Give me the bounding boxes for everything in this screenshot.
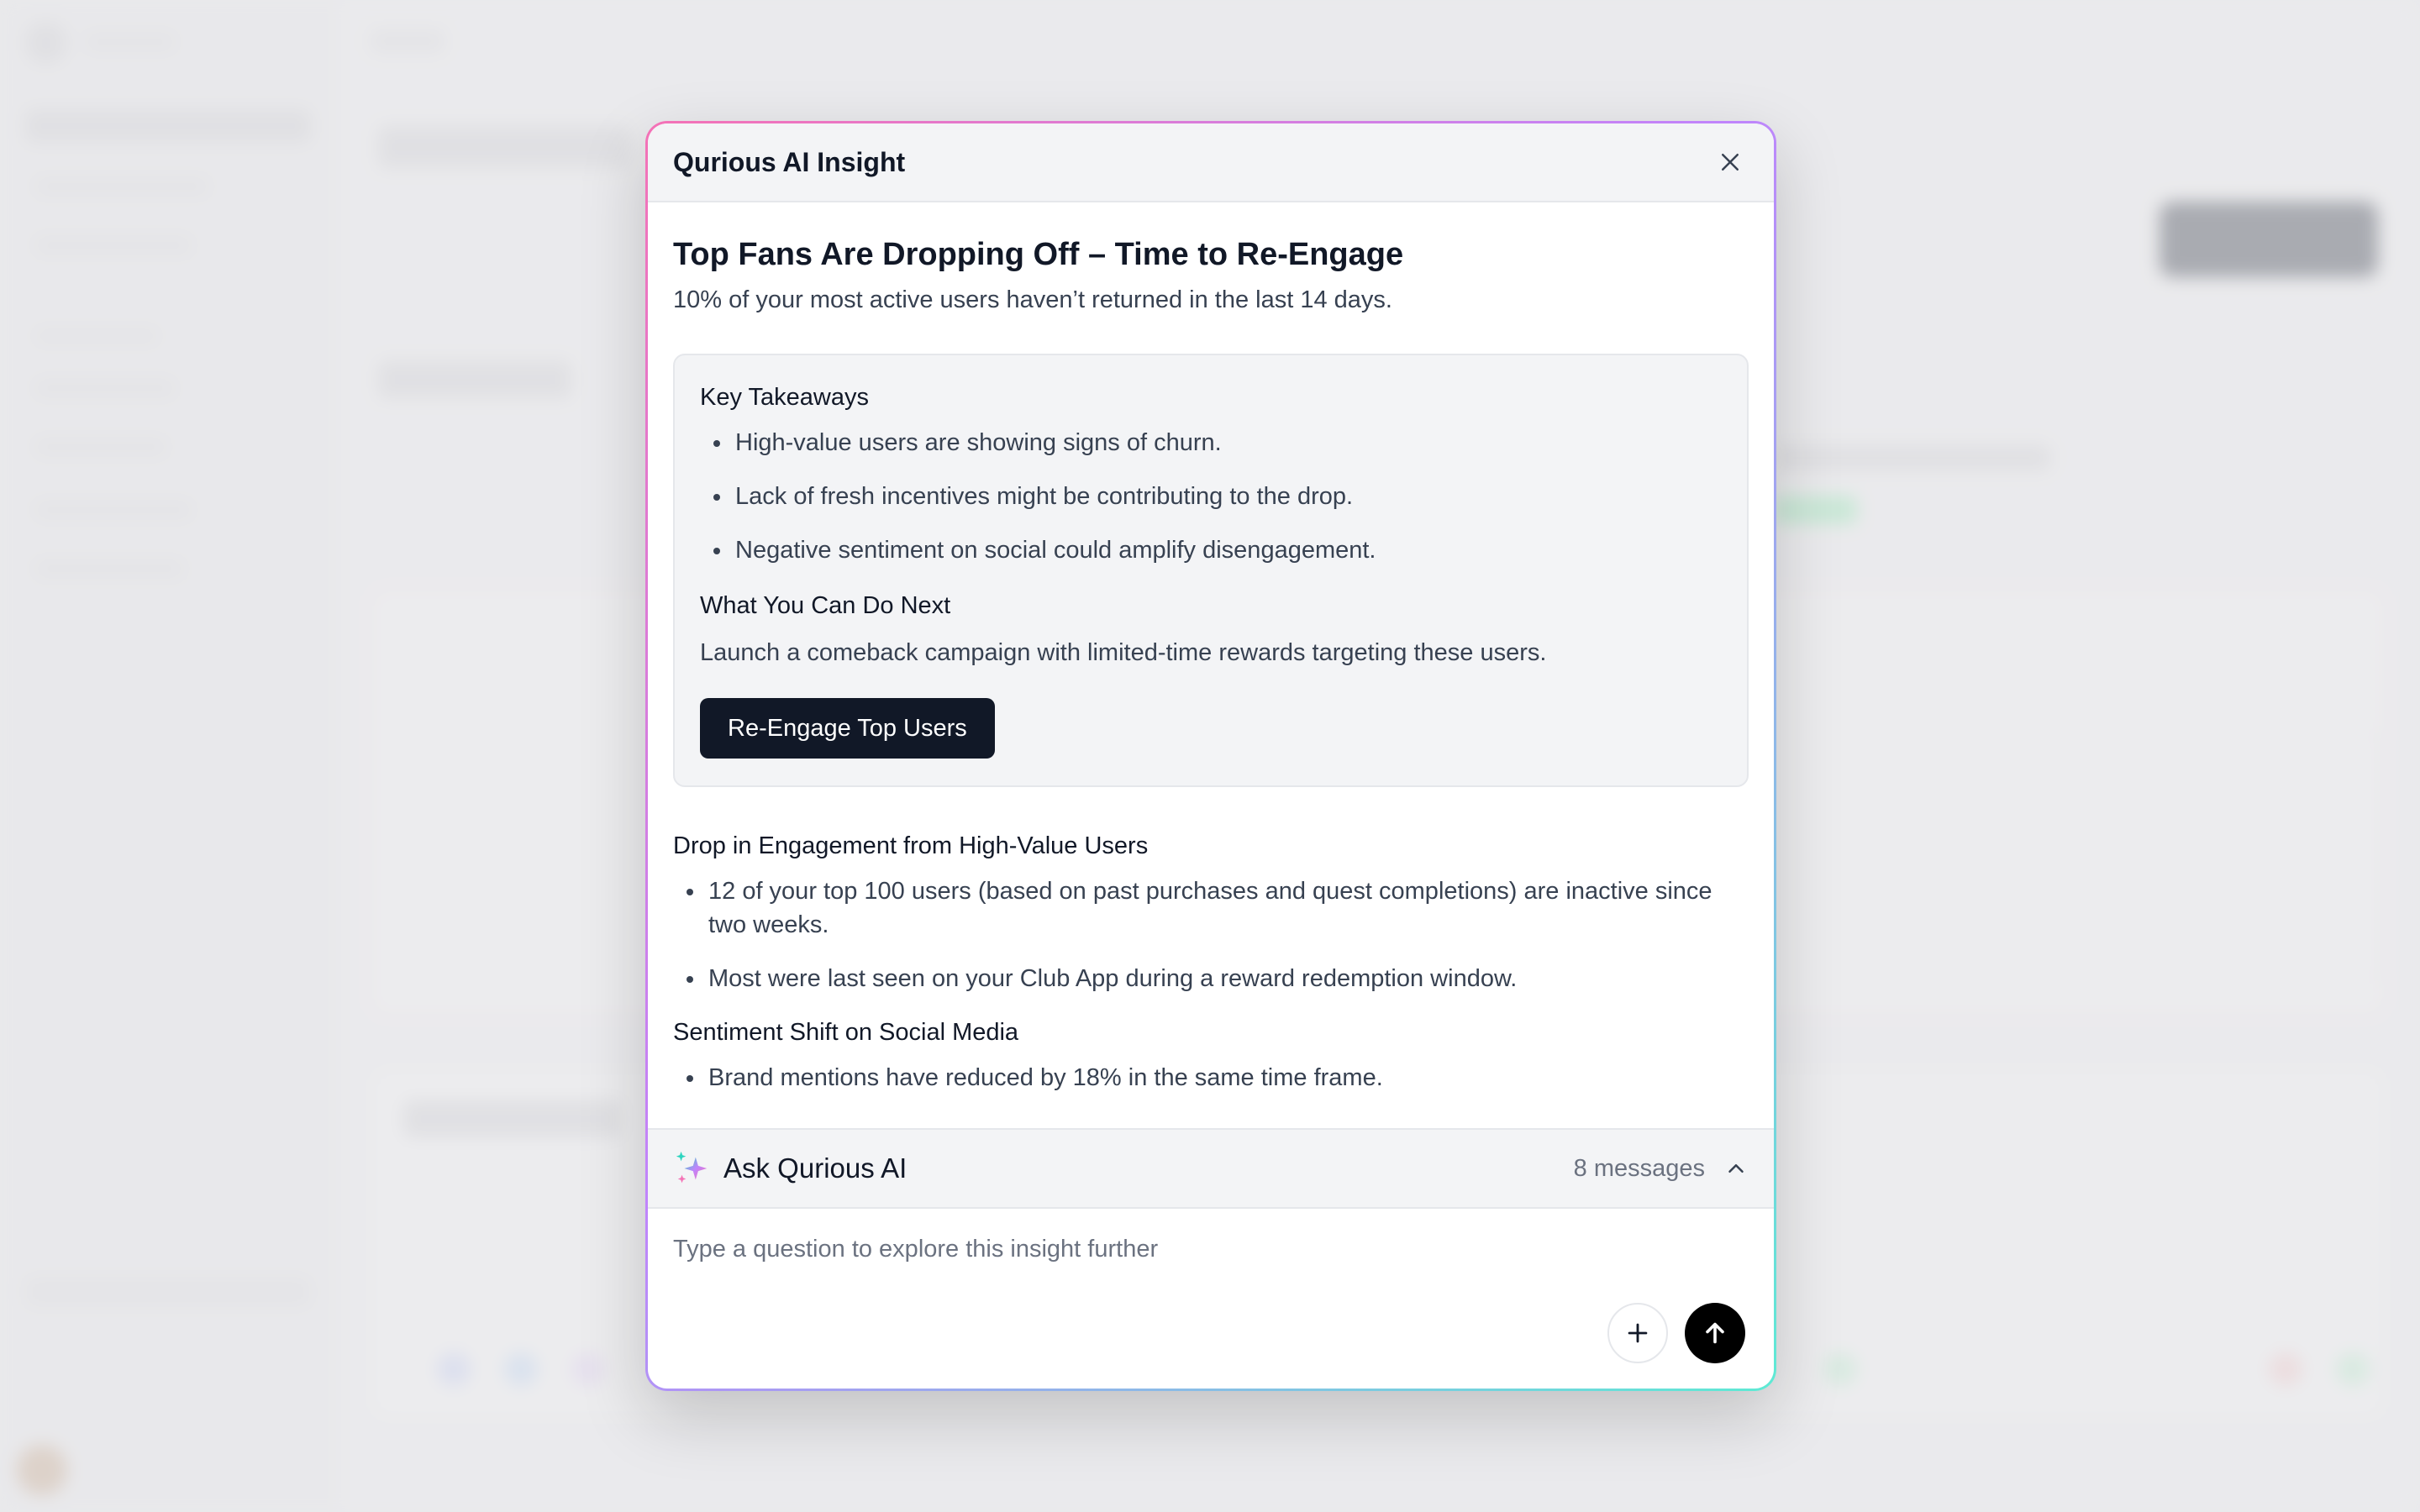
sparkles-icon bbox=[676, 1151, 708, 1184]
question-input[interactable] bbox=[673, 1236, 1749, 1263]
message-count: 8 messages bbox=[1573, 1154, 1705, 1182]
ask-ai-title: Ask Qurious AI bbox=[723, 1152, 908, 1184]
key-takeaways-heading: Key Takeaways bbox=[700, 384, 869, 411]
list-item: Brand mentions have reduced by 18% in th… bbox=[673, 1061, 1749, 1095]
section-heading: Sentiment Shift on Social Media bbox=[673, 1019, 1019, 1046]
list-item: Lack of fresh incentives might be contri… bbox=[700, 480, 1722, 513]
modal-header: Qurious AI Insight bbox=[648, 123, 1774, 202]
plus-icon bbox=[1628, 1323, 1648, 1343]
key-takeaways-card: Key Takeaways High-value users are showi… bbox=[673, 354, 1749, 787]
attach-button[interactable] bbox=[1607, 1303, 1668, 1363]
close-button[interactable] bbox=[1712, 144, 1749, 181]
section-heading: Drop in Engagement from High-Value Users bbox=[673, 832, 1149, 859]
messages-toggle[interactable]: 8 messages bbox=[1574, 1155, 1749, 1183]
list-item: Most were last seen on your Club App dur… bbox=[673, 962, 1749, 995]
composer bbox=[648, 1209, 1774, 1389]
close-icon bbox=[1722, 154, 1739, 171]
modal-body[interactable]: Top Fans Are Dropping Off – Time to Re-E… bbox=[648, 202, 1774, 1128]
list-item: 12 of your top 100 users (based on past … bbox=[673, 874, 1749, 942]
list-item: High-value users are showing signs of ch… bbox=[700, 426, 1722, 459]
insight-modal: Qurious AI Insight Top Fans Are Dropping… bbox=[645, 121, 1776, 1391]
insight-modal-panel: Qurious AI Insight Top Fans Are Dropping… bbox=[648, 123, 1774, 1389]
arrow-up-icon bbox=[1706, 1322, 1724, 1344]
next-steps-heading: What You Can Do Next bbox=[700, 592, 951, 619]
key-takeaways-list: High-value users are showing signs of ch… bbox=[700, 426, 1722, 567]
section-list: Brand mentions have reduced by 18% in th… bbox=[673, 1061, 1749, 1095]
re-engage-button[interactable]: Re-Engage Top Users bbox=[700, 698, 995, 759]
next-steps-text: Launch a comeback campaign with limited-… bbox=[700, 639, 1547, 666]
section-list: 12 of your top 100 users (based on past … bbox=[673, 874, 1749, 995]
modal-title: Qurious AI Insight bbox=[673, 146, 906, 177]
chevron-up-icon bbox=[1728, 1164, 1744, 1173]
send-button[interactable] bbox=[1685, 1303, 1745, 1363]
list-item: Negative sentiment on social could ampli… bbox=[700, 533, 1722, 567]
insight-subheadline: 10% of your most active users haven’t re… bbox=[673, 286, 1392, 313]
ask-ai-bar[interactable]: Ask Qurious AI 8 messages bbox=[648, 1128, 1774, 1209]
insight-headline: Top Fans Are Dropping Off – Time to Re-E… bbox=[673, 237, 1404, 272]
ask-ai-title-group: Ask Qurious AI bbox=[673, 1149, 907, 1188]
